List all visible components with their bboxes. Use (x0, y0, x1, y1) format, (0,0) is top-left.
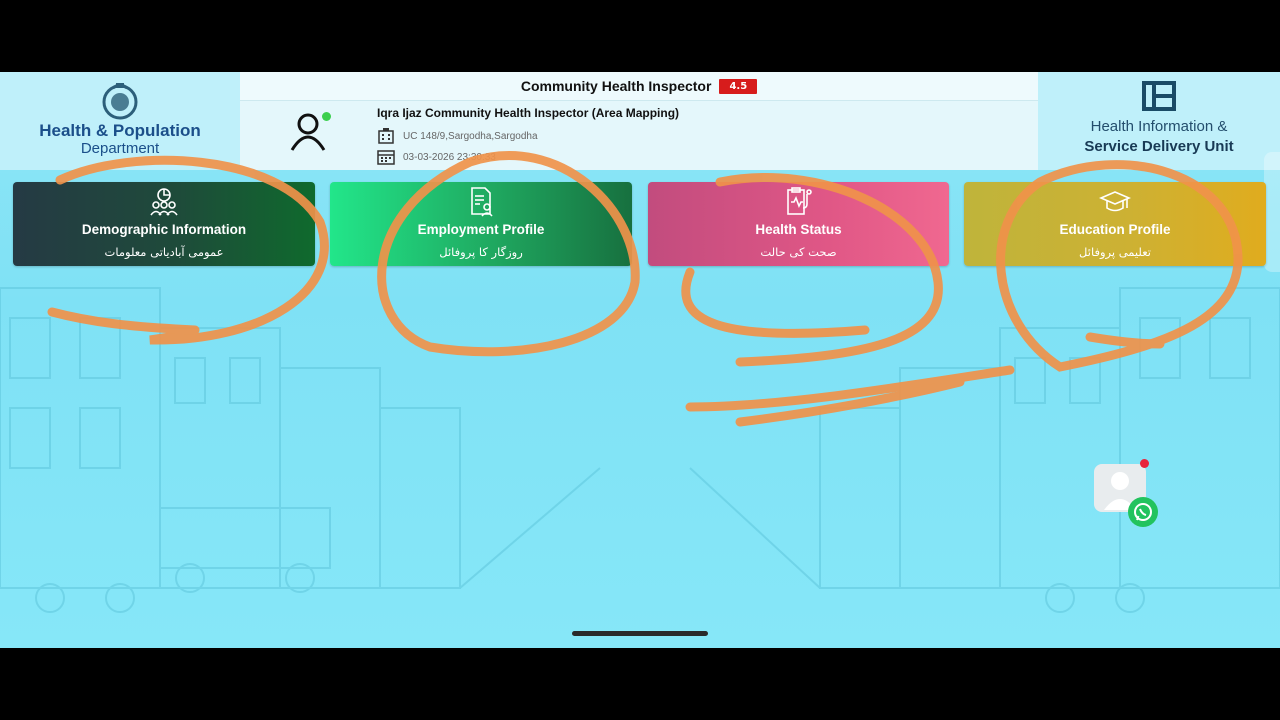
calendar-icon (377, 150, 395, 165)
user-datetime: 03-03-2026 23:30:33 (403, 151, 496, 163)
home-indicator[interactable] (572, 631, 708, 636)
user-name: Iqra Ijaz Community Health Inspector (Ar… (377, 106, 680, 120)
card-subtitle-urdu: تعلیمی پروفائل (1079, 245, 1151, 259)
app-title: Community Health Inspector (520, 78, 712, 94)
punjab-emblem-icon (102, 83, 138, 120)
card-subtitle-urdu: صحت کی حالت (760, 245, 837, 259)
hisdu-line-1: Health Information & (1090, 118, 1228, 135)
card-subtitle-urdu: روزگار کا پروفائل (439, 245, 523, 259)
card-title: Education Profile (1059, 222, 1171, 237)
building-icon (378, 128, 394, 144)
logo-line-2: Department (80, 140, 160, 157)
hisdu-line-2: Service Delivery Unit (1084, 138, 1234, 154)
health-population-logo: Health & Population Department (0, 72, 240, 170)
whatsapp-button[interactable] (1128, 497, 1158, 527)
card-subtitle-urdu: عمومی آبادیاتی معلومات (104, 245, 224, 259)
notification-dot (1140, 459, 1149, 468)
profile-document-icon (471, 187, 493, 217)
card-employment-profile[interactable]: Employment Profile روزگار کا پروفائل (330, 182, 632, 266)
title-bar: Community Health Inspector 4.5 (240, 72, 1038, 101)
clipboard-health-icon (786, 187, 812, 215)
card-title: Demographic Information (81, 222, 247, 237)
online-status-dot (322, 112, 331, 121)
card-title: Employment Profile (417, 222, 545, 237)
card-health-status[interactable]: Health Status صحت کی حالت (648, 182, 949, 266)
hisdu-emblem-icon (1142, 81, 1176, 111)
user-location: UC 148/9,Sargodha,Sargodha (403, 130, 538, 142)
user-avatar[interactable] (288, 110, 332, 154)
app-screen: Health & Population Department Community… (0, 72, 1280, 648)
user-datetime-row: 03-03-2026 23:30:33 (377, 149, 496, 165)
version-badge: 4.5 (719, 78, 758, 94)
card-title: Health Status (755, 222, 842, 237)
logo-line-1: Health & Population (39, 121, 201, 140)
user-location-row: UC 148/9,Sargodha,Sargodha (377, 128, 538, 144)
app-header: Health & Population Department Community… (0, 72, 1280, 170)
graduation-cap-icon (1099, 191, 1131, 212)
group-pie-icon (150, 188, 178, 216)
card-demographic-information[interactable]: Demographic Information عمومی آبادیاتی م… (13, 182, 315, 266)
module-cards: Demographic Information عمومی آبادیاتی م… (0, 182, 1280, 268)
card-education-profile[interactable]: Education Profile تعلیمی پروفائل (964, 182, 1266, 266)
whatsapp-icon (1134, 503, 1152, 521)
hisdu-logo: Health Information & Service Delivery Un… (1038, 72, 1280, 170)
profile-header: Community Health Inspector 4.5 Iqra Ijaz… (240, 72, 1038, 170)
